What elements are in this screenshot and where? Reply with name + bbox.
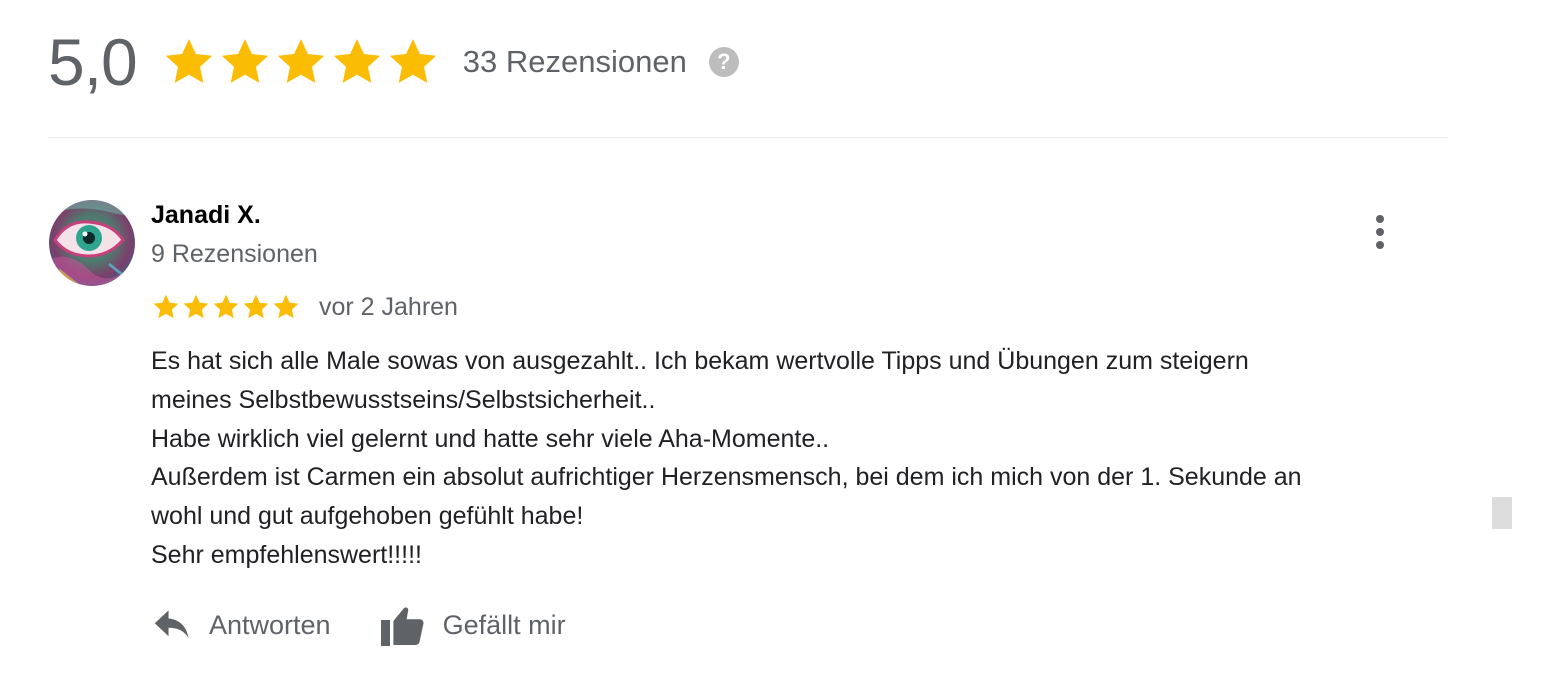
review-stars (151, 292, 301, 322)
like-label: Gefällt mir (442, 609, 566, 640)
author-review-count: 9 Rezensionen (151, 240, 318, 268)
scrollbar-thumb[interactable] (1492, 497, 1512, 529)
reply-icon (154, 610, 189, 638)
review-line: Habe wirklich viel gelernt und hatte seh… (151, 424, 830, 453)
reviews-panel: 5,0 33 Rezensionen ? Janadi X. 9 Rezensi… (0, 0, 1561, 675)
review-actions: Antworten Gefällt mir (151, 598, 614, 652)
like-button[interactable]: Gefällt mir (379, 602, 566, 648)
review-line: wohl und gut aufgehoben gefühlt habe! (151, 502, 584, 531)
star-icon (221, 39, 268, 83)
rating-summary: 5,0 33 Rezensionen ? (48, 14, 739, 110)
reply-button[interactable]: Antworten (151, 606, 331, 644)
star-icon (277, 39, 324, 83)
star-icon (153, 294, 179, 319)
star-icon (243, 294, 269, 319)
review-line: Sehr empfehlenswert!!!!! (151, 540, 422, 569)
avatar-image (49, 200, 135, 286)
thumbs-up-icon (380, 607, 424, 646)
review-count-link[interactable]: 33 Rezensionen (463, 44, 687, 80)
review-line: Es hat sich alle Male sowas von ausgezah… (151, 347, 1249, 375)
star-icon (389, 39, 436, 83)
star-icon (273, 294, 299, 319)
question-circle-icon[interactable]: ? (708, 47, 739, 77)
reply-label: Antworten (209, 609, 331, 640)
more-vertical-icon[interactable] (1364, 210, 1396, 254)
review-text: Es hat sich alle Male sowas von ausgezah… (151, 342, 1461, 575)
star-icon (165, 39, 212, 83)
average-rating: 5,0 (48, 25, 138, 99)
review-line: meines Selbstbewusstseins/Selbstsicherhe… (151, 385, 656, 414)
star-icon (333, 39, 380, 83)
review-date: vor 2 Jahren (319, 292, 458, 321)
summary-stars (161, 34, 441, 90)
star-icon (183, 294, 209, 319)
avatar[interactable] (49, 200, 135, 286)
review-rating-row: vor 2 Jahren (151, 290, 458, 324)
author-name[interactable]: Janadi X. (151, 201, 261, 230)
star-icon (213, 294, 239, 319)
divider (48, 137, 1448, 138)
review-line: Außerdem ist Carmen ein absolut aufricht… (151, 463, 1302, 492)
